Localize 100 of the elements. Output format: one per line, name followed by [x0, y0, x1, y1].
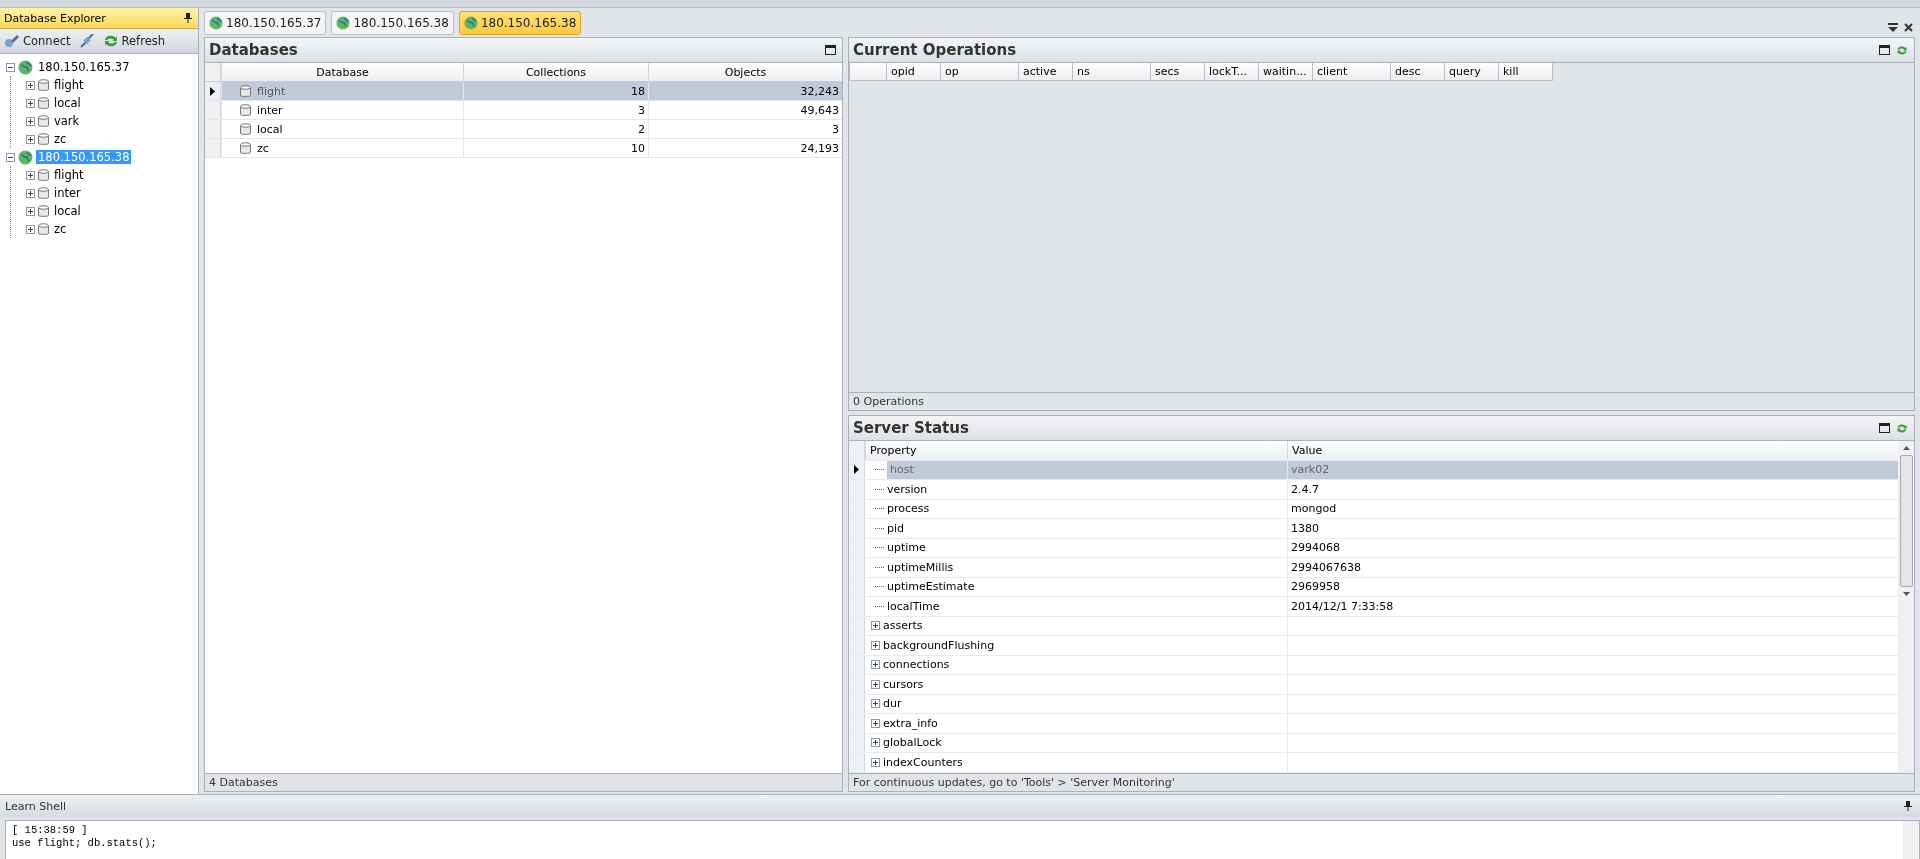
connect-button[interactable]: Connect: [0, 30, 75, 52]
table-row[interactable]: pid 1380: [849, 519, 1898, 539]
pin-icon[interactable]: [184, 13, 192, 23]
column-header[interactable]: lockT...: [1205, 63, 1259, 81]
table-cell: connections: [883, 658, 950, 672]
column-header[interactable]: desc: [1391, 63, 1445, 81]
scroll-up-icon[interactable]: [1902, 446, 1910, 450]
expander-icon[interactable]: [871, 660, 880, 670]
column-header[interactable]: Collections: [463, 63, 648, 81]
table-row[interactable]: flight 18 32,243: [205, 82, 842, 101]
table-cell: 10: [463, 139, 648, 157]
scroll-thumb[interactable]: [1899, 455, 1913, 587]
refresh-icon: [102, 34, 119, 48]
row-pointer-icon: [854, 465, 859, 475]
expander-icon[interactable]: [26, 134, 35, 144]
expander-icon[interactable]: [26, 170, 35, 180]
expander-icon[interactable]: [26, 98, 35, 108]
table-cell: globalLock: [883, 736, 942, 750]
column-header[interactable]: Database: [221, 63, 463, 81]
table-row[interactable]: indexCounters: [849, 753, 1898, 773]
table-row[interactable]: local 2 3: [205, 120, 842, 139]
table-cell: 2994068: [1291, 541, 1340, 555]
table-cell: localTime: [887, 599, 940, 613]
column-header[interactable]: opid: [887, 63, 941, 81]
server-node[interactable]: 180.150.165.37: [36, 60, 132, 74]
table-row[interactable]: zc 10 24,193: [205, 139, 842, 158]
expander-icon[interactable]: [26, 116, 35, 126]
expander-icon[interactable]: [26, 224, 35, 234]
expander-icon[interactable]: [26, 188, 35, 198]
table-row[interactable]: extra_info: [849, 714, 1898, 734]
shell-output[interactable]: [ 15:38:59 ] use flight; db.stats();: [5, 820, 1920, 859]
expander-icon[interactable]: [871, 640, 880, 650]
expander-icon[interactable]: [6, 62, 15, 72]
database-node[interactable]: zc: [52, 132, 69, 146]
database-node[interactable]: local: [52, 204, 83, 218]
database-node[interactable]: flight: [52, 78, 86, 92]
table-row[interactable]: backgroundFlushing: [849, 636, 1898, 656]
table-row[interactable]: dur: [849, 694, 1898, 714]
database-node[interactable]: inter: [52, 186, 83, 200]
column-header[interactable]: ns: [1073, 63, 1151, 81]
database-node[interactable]: zc: [52, 222, 69, 236]
expander-icon[interactable]: [6, 152, 15, 162]
refresh-button[interactable]: Refresh: [98, 30, 169, 52]
table-row[interactable]: version 2.4.7: [849, 480, 1898, 500]
database-icon: [38, 114, 49, 128]
table-row[interactable]: uptimeEstimate 2969958: [849, 577, 1898, 597]
document-tab[interactable]: 180.150.165.38: [458, 10, 582, 35]
column-header[interactable]: kill: [1499, 63, 1553, 81]
panel-title: Learn Shell: [5, 799, 67, 813]
table-row[interactable]: globalLock: [849, 733, 1898, 753]
column-header[interactable]: query: [1445, 63, 1499, 81]
table-row[interactable]: inter 3 49,643: [205, 101, 842, 120]
close-icon[interactable]: [1904, 23, 1913, 32]
scrollbar[interactable]: [1898, 441, 1914, 773]
maximize-icon[interactable]: [825, 45, 836, 55]
expander-icon[interactable]: [26, 206, 35, 216]
column-header[interactable]: active: [1019, 63, 1073, 81]
dropdown-icon[interactable]: [1888, 23, 1898, 32]
database-icon: [240, 84, 251, 98]
globe-icon: [336, 15, 351, 30]
expander-icon[interactable]: [871, 738, 880, 748]
table-row[interactable]: localTime 2014/12/1 7:33:58: [849, 597, 1898, 617]
database-node[interactable]: vark: [52, 114, 82, 128]
table-row[interactable]: uptimeMillis 2994067638: [849, 558, 1898, 578]
column-header[interactable]: waitin...: [1259, 63, 1313, 81]
table-cell: dur: [883, 697, 902, 711]
expander-icon[interactable]: [871, 718, 880, 728]
pin-icon[interactable]: [1904, 801, 1912, 811]
row-pointer-icon: [210, 86, 215, 96]
table-row[interactable]: process mongod: [849, 499, 1898, 519]
column-header[interactable]: client: [1313, 63, 1391, 81]
table-cell: zc: [257, 141, 269, 155]
table-cell: 18: [463, 82, 648, 100]
table-cell: local: [257, 122, 283, 136]
expander-icon[interactable]: [871, 621, 880, 631]
expander-icon[interactable]: [871, 679, 880, 689]
expander-icon[interactable]: [26, 80, 35, 90]
pane-title: Current Operations: [853, 41, 1018, 59]
table-cell: 32,243: [648, 82, 842, 100]
row-header[interactable]: [205, 82, 221, 100]
database-node[interactable]: local: [52, 96, 83, 110]
table-row[interactable]: asserts: [849, 616, 1898, 636]
table-row[interactable]: uptime 2994068: [849, 538, 1898, 558]
column-header[interactable]: Objects: [648, 63, 842, 81]
table-cell: pid: [887, 521, 905, 535]
maximize-icon[interactable]: [1879, 423, 1890, 433]
column-header[interactable]: secs: [1151, 63, 1205, 81]
scroll-down-icon[interactable]: [1902, 592, 1910, 596]
database-node[interactable]: flight: [52, 168, 86, 182]
document-tab[interactable]: 180.150.165.38: [331, 10, 454, 35]
column-header[interactable]: op: [941, 63, 1019, 81]
column-header[interactable]: Property: [865, 441, 1287, 460]
table-cell: 2.4.7: [1291, 482, 1319, 496]
maximize-icon[interactable]: [1879, 45, 1890, 55]
scrollbar[interactable]: [1903, 821, 1919, 859]
expander-icon[interactable]: [871, 699, 880, 709]
table-row[interactable]: connections: [849, 655, 1898, 675]
expander-icon[interactable]: [871, 757, 880, 767]
table-row[interactable]: cursors: [849, 675, 1898, 695]
document-tab[interactable]: 180.150.165.37: [204, 10, 327, 35]
